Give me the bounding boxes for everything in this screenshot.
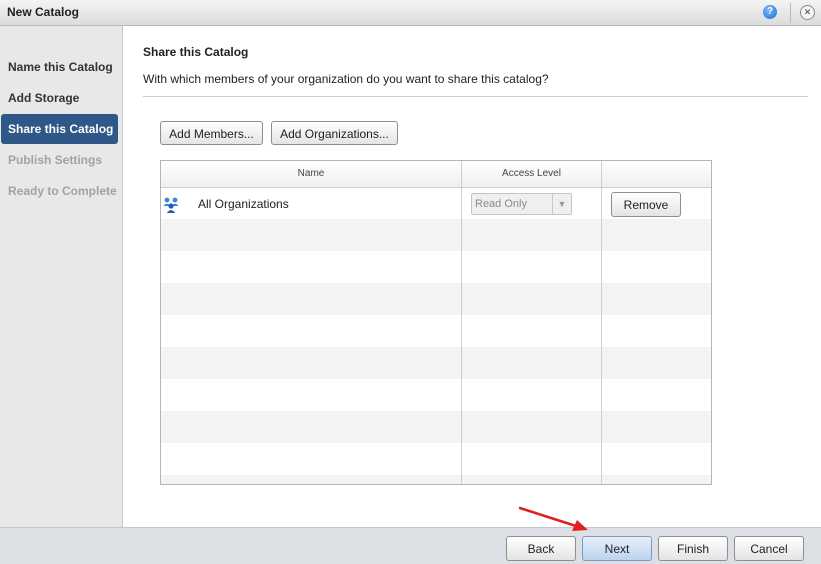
wizard-steps-sidebar: Name this Catalog Add Storage Share this… xyxy=(0,26,123,527)
chevron-down-icon[interactable]: ▼ xyxy=(552,194,571,214)
column-divider xyxy=(601,161,602,484)
grid-header: Name Access Level xyxy=(161,161,711,188)
add-organizations-button[interactable]: Add Organizations... xyxy=(271,121,398,145)
grid-stripe xyxy=(161,475,711,484)
step-ready-to-complete: Ready to Complete xyxy=(8,184,117,198)
help-icon[interactable]: ? xyxy=(763,5,777,19)
column-header-name[interactable]: Name xyxy=(161,161,461,187)
close-icon[interactable]: ✕ xyxy=(800,5,815,20)
step-share-this-catalog[interactable]: Share this Catalog xyxy=(1,114,118,144)
grid-stripe xyxy=(161,283,711,315)
remove-button[interactable]: Remove xyxy=(611,192,681,217)
organizations-icon xyxy=(163,197,179,213)
window-title: New Catalog xyxy=(7,5,80,19)
back-button[interactable]: Back xyxy=(506,536,576,561)
grid-stripe xyxy=(161,347,711,379)
step-add-storage[interactable]: Add Storage xyxy=(1,83,118,113)
sharing-grid: Name Access Level All Organizations Read… xyxy=(160,160,712,485)
organization-name: All Organizations xyxy=(198,197,289,211)
divider xyxy=(143,96,808,97)
title-separator xyxy=(790,3,791,23)
wizard-footer: Back Next Finish Cancel xyxy=(0,527,821,564)
column-header-access-level[interactable]: Access Level xyxy=(462,161,601,187)
step-publish-settings: Publish Settings xyxy=(8,153,103,167)
grid-stripe xyxy=(161,219,711,251)
page-description: With which members of your organization … xyxy=(143,72,549,86)
step-name-this-catalog[interactable]: Name this Catalog xyxy=(1,52,118,82)
finish-button[interactable]: Finish xyxy=(658,536,728,561)
page-title: Share this Catalog xyxy=(143,45,249,59)
column-divider xyxy=(461,161,462,484)
annotation-arrow-icon xyxy=(518,506,588,531)
title-bar: New Catalog ? ✕ xyxy=(0,0,821,26)
cancel-button[interactable]: Cancel xyxy=(734,536,804,561)
access-level-select[interactable]: Read Only ▼ xyxy=(471,193,572,215)
main-panel: Share this Catalog With which members of… xyxy=(124,26,821,527)
grid-stripe xyxy=(161,411,711,443)
next-button[interactable]: Next xyxy=(582,536,652,561)
add-members-button[interactable]: Add Members... xyxy=(160,121,263,145)
column-header-actions xyxy=(602,161,711,187)
access-level-value: Read Only xyxy=(475,198,527,210)
